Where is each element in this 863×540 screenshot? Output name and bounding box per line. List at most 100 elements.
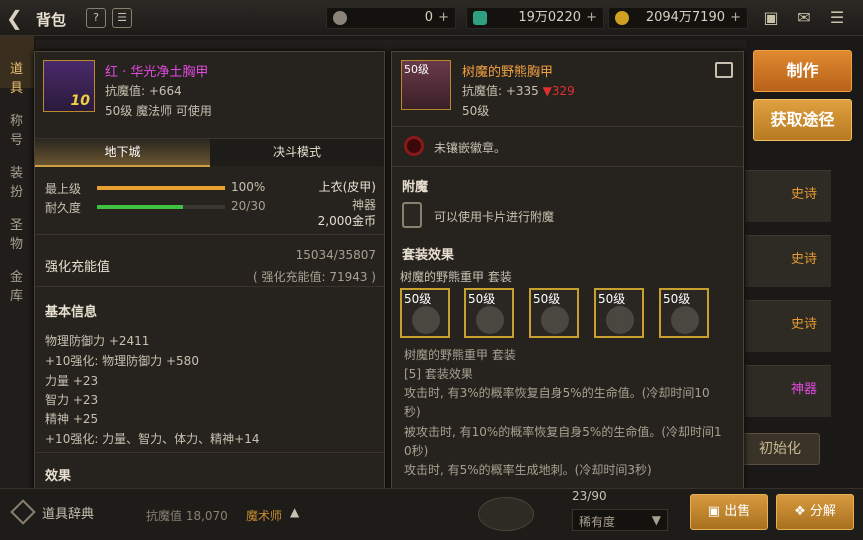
list-item[interactable]: 史诗: [745, 300, 831, 352]
gold-value: 2094万7190: [645, 10, 725, 25]
set-item-slot[interactable]: 50级: [659, 288, 709, 338]
mail-icon[interactable]: ✉: [793, 9, 815, 27]
emblem-socket-icon: [404, 136, 424, 156]
currency-ceras: 0 +: [326, 7, 456, 29]
chest-icon[interactable]: ▣: [760, 9, 782, 27]
set-effect-line: 攻击时, 有3%的概率恢复自身5%的生命值。(冷却时间10: [404, 386, 710, 400]
compare-item-tooltip: 50级 树魔的野熊胸甲 抗魔值: +335 ▼329 50级 未镶嵌徽章。 附魔…: [391, 51, 744, 494]
list-item[interactable]: 史诗: [745, 235, 831, 287]
add-crystal-icon[interactable]: +: [586, 8, 597, 28]
card-slot-icon[interactable]: [402, 202, 422, 228]
grade-label: 最上级: [45, 182, 82, 196]
divider: [392, 126, 743, 127]
set-effect-line: 0秒): [404, 444, 429, 458]
stat-line: +10强化: 物理防御力 +580: [45, 354, 199, 368]
set-effect-header: [5] 套装效果: [404, 367, 473, 381]
divider: [392, 166, 743, 167]
coin-stack-icon: ▣: [707, 504, 725, 519]
equipped-item-tooltip: 10 红 · 华光净土胸甲 抗魔值: +664 50级 魔法师 可使用 地下城 …: [34, 51, 385, 494]
divider: [35, 286, 384, 287]
rarity-label: 史诗: [790, 187, 817, 202]
item-requirement: 50级 魔法师 可使用: [105, 104, 212, 118]
decompose-button[interactable]: ❖ 分解: [776, 494, 854, 530]
rarity-label: 史诗: [790, 252, 817, 267]
set-effect-line: 攻击时, 有5%的概率生成地刺。(冷却时间3秒): [404, 463, 652, 477]
anvil-icon[interactable]: [478, 497, 534, 531]
rarity-label: 神器: [790, 382, 817, 397]
durability-label: 耐久度: [45, 201, 82, 215]
slot-level: 50级: [598, 292, 626, 306]
stat-line: 精神 +25: [45, 412, 99, 426]
sort-dropdown[interactable]: 稀有度 ▼: [572, 509, 668, 531]
anti-magic-value: 抗魔值: +664: [105, 84, 182, 98]
chat-icon[interactable]: ☰: [826, 9, 848, 27]
top-bar: ❮ 背包 ? ☰ 0 + 19万0220 + 2094万7190 + ▣ ✉ ☰: [0, 0, 863, 36]
durability-bar: [97, 205, 225, 209]
item-level: 50级: [462, 104, 490, 118]
chevron-down-icon: ▼: [651, 513, 661, 527]
inventory-count: 23/90: [572, 489, 607, 503]
set-name: 树魔的野熊重甲 套装: [404, 348, 516, 362]
enhance-sub-value: ( 强化充能值: 71943 ): [252, 270, 376, 284]
set-effect-line: 秒): [404, 405, 421, 419]
stat-line: 物理防御力 +2411: [45, 334, 150, 348]
decrease-arrow-icon: ▼: [542, 84, 552, 98]
item-thumbnail: 50级: [401, 60, 451, 110]
sell-label: 出售: [724, 504, 751, 519]
sell-button[interactable]: ▣ 出售: [690, 494, 768, 530]
craft-button[interactable]: 制作: [753, 50, 852, 92]
set-item-slot[interactable]: 50级: [464, 288, 514, 338]
book-icon[interactable]: ☰: [112, 8, 132, 28]
decompose-icon: ❖: [794, 504, 810, 519]
level-badge: 50级: [404, 63, 429, 76]
armor-piece-icon: [476, 306, 504, 334]
slot-type: 上衣(皮甲): [318, 180, 376, 194]
item-dictionary-link[interactable]: 道具辞典: [42, 503, 94, 522]
stat-line: 智力 +23: [45, 393, 99, 407]
set-effect-line: 被攻击时, 有10%的概率恢复自身5%的生命值。(冷却时间1: [404, 425, 722, 439]
enhance-level-badge: 10: [70, 93, 90, 109]
left-nav: 道具 称号 装扮 圣物 金库: [0, 36, 34, 540]
nav-item-items[interactable]: 道具: [0, 36, 34, 96]
sell-price: 2,000金币: [317, 214, 376, 228]
item-name: 红 · 华光净土胸甲: [105, 65, 209, 80]
list-item[interactable]: 史诗: [745, 170, 831, 222]
mode-tabs: 地下城 决斗模式: [35, 138, 384, 167]
set-item-slot[interactable]: 50级: [529, 288, 579, 338]
item-thumbnail: 10: [43, 60, 95, 112]
anti-magic-value: 抗魔值: +335: [462, 84, 539, 98]
crystal-icon: [473, 11, 487, 25]
list-item[interactable]: 神器: [745, 365, 831, 417]
help-icon[interactable]: ?: [86, 8, 106, 28]
grade-bar: [97, 186, 225, 190]
armor-piece-icon: [541, 306, 569, 334]
share-icon[interactable]: [715, 62, 733, 78]
slot-level: 50级: [533, 292, 561, 306]
dictionary-icon[interactable]: [10, 499, 36, 525]
add-gold-icon[interactable]: +: [730, 8, 741, 28]
set-item-slot[interactable]: 50级: [400, 288, 450, 338]
slot-level: 50级: [404, 292, 432, 306]
armor-piece-icon: [412, 306, 440, 334]
effect-title: 效果: [45, 469, 72, 484]
anti-magic-total: 抗魔值 18,070: [146, 509, 228, 523]
set-effect-title: 套装效果: [402, 248, 455, 263]
tab-pvp[interactable]: 决斗模式: [210, 139, 384, 167]
slot-level: 50级: [468, 292, 496, 306]
back-arrow-icon[interactable]: ❮: [6, 6, 23, 30]
tab-dungeon[interactable]: 地下城: [35, 139, 210, 167]
chevron-up-icon[interactable]: ▲: [290, 505, 299, 519]
rarity-label: 神器: [351, 198, 376, 212]
sort-selected: 稀有度: [579, 515, 616, 529]
anti-magic-line: 抗魔值: +335 ▼329: [462, 82, 575, 99]
currency-crystal: 19万0220 +: [466, 7, 604, 29]
enchant-text: 可以使用卡片进行附魔: [434, 210, 555, 224]
set-item-slot[interactable]: 50级: [594, 288, 644, 338]
set-name: 树魔的野熊重甲 套装: [400, 270, 512, 284]
add-ceras-icon[interactable]: +: [438, 8, 449, 28]
enhance-label: 强化充能值: [45, 260, 111, 275]
ceras-value: 0: [424, 10, 433, 25]
acquire-route-button[interactable]: 获取途径: [753, 99, 852, 141]
page-title: 背包: [36, 11, 67, 29]
anti-magic-diff: 329: [551, 84, 575, 98]
